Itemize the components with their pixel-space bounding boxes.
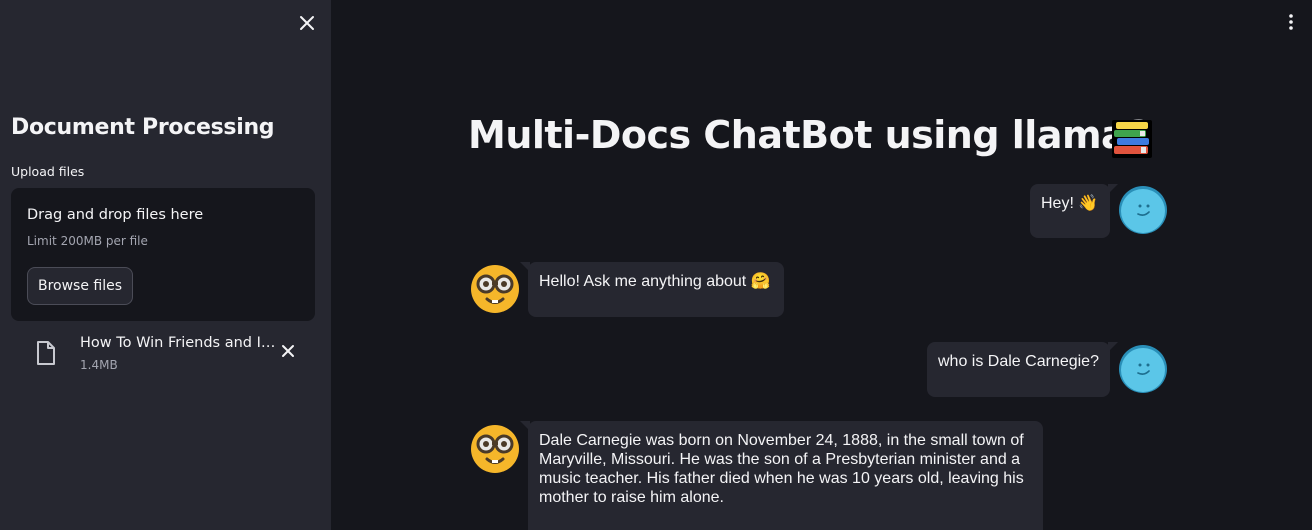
kebab-menu-icon[interactable]	[1282, 12, 1300, 32]
bot-avatar-icon	[471, 265, 519, 313]
assistant-message: Dale Carnegie was born on November 24, 1…	[520, 421, 1043, 530]
file-dropzone[interactable]: Drag and drop files here Limit 200MB per…	[11, 188, 315, 321]
message-text: Hello! Ask me anything about 🤗	[539, 273, 771, 290]
remove-file-icon[interactable]	[279, 342, 297, 360]
upload-label: Upload files	[11, 164, 85, 179]
dropzone-limit: Limit 200MB per file	[27, 234, 148, 248]
books-icon	[1112, 120, 1152, 158]
user-message: who is Dale Carnegie?	[927, 342, 1118, 397]
page-title: Multi-Docs ChatBot using llama2	[468, 113, 1153, 157]
browse-files-button[interactable]: Browse files	[27, 267, 133, 305]
uploaded-file-item: How To Win Friends and Influence People.…	[11, 330, 315, 380]
message-text: Dale Carnegie was born on November 24, 1…	[539, 432, 1024, 506]
sidebar: Document Processing Upload files Drag an…	[0, 0, 331, 530]
assistant-message: Hello! Ask me anything about 🤗	[520, 262, 784, 317]
user-avatar-icon	[1119, 186, 1167, 234]
user-avatar-icon	[1119, 345, 1167, 393]
dropzone-title: Drag and drop files here	[27, 207, 204, 223]
bot-avatar-icon	[471, 425, 519, 473]
file-name: How To Win Friends and Influence People.…	[80, 335, 280, 351]
file-icon	[37, 341, 55, 365]
file-size: 1.4MB	[80, 358, 118, 372]
message-text: Hey! 👋	[1041, 195, 1099, 212]
message-text: who is Dale Carnegie?	[938, 353, 1099, 370]
user-message: Hey! 👋	[1030, 184, 1118, 238]
close-icon[interactable]	[297, 13, 317, 33]
sidebar-title: Document Processing	[11, 115, 275, 140]
